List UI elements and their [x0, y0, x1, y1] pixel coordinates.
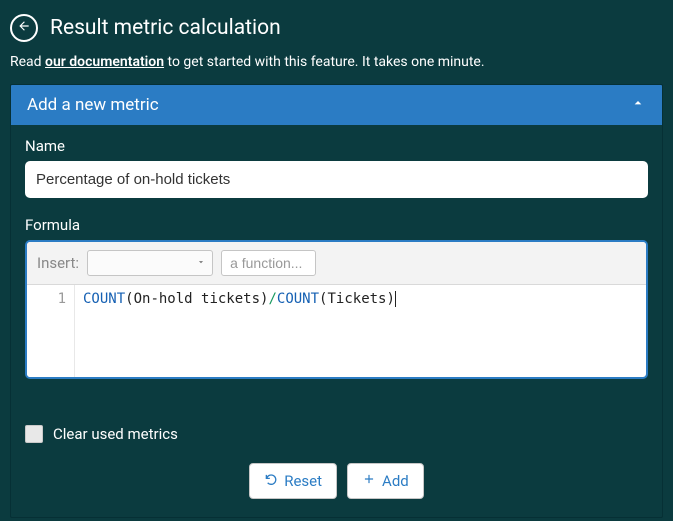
metric-name-input[interactable]: [25, 161, 648, 198]
add-button[interactable]: Add: [347, 463, 424, 499]
formula-fn1: COUNT: [83, 291, 125, 307]
clear-metrics-label: Clear used metrics: [53, 425, 178, 443]
formula-arg1: (On-hold tickets): [125, 291, 268, 307]
add-metric-panel: Add a new metric Name Formula Insert: 1: [10, 84, 663, 518]
formula-arg2: (Tickets): [319, 291, 395, 307]
intro-prefix: Read: [10, 54, 45, 70]
formula-fn2: COUNT: [277, 291, 319, 307]
reset-label: Reset: [284, 472, 322, 490]
clear-metrics-checkbox[interactable]: [25, 425, 43, 443]
plus-icon: [362, 472, 376, 490]
undo-icon: [264, 472, 278, 490]
function-search-input[interactable]: [221, 250, 316, 276]
text-cursor: [395, 291, 396, 307]
formula-op: /: [268, 291, 276, 307]
formula-editor: Insert: 1 COUNT(On-hold tickets)/COUNT(T…: [25, 240, 648, 379]
documentation-link[interactable]: our documentation: [45, 54, 164, 70]
intro-suffix: to get started with this feature. It tak…: [164, 54, 485, 70]
page-title: Result metric calculation: [50, 16, 281, 40]
insert-label: Insert:: [37, 254, 79, 272]
formula-label: Formula: [25, 216, 648, 234]
panel-header[interactable]: Add a new metric: [11, 85, 662, 125]
add-label: Add: [382, 472, 409, 490]
arrow-left-icon: [17, 19, 31, 37]
line-gutter: 1: [27, 285, 75, 377]
panel-title: Add a new metric: [27, 95, 159, 115]
chevron-up-icon: [630, 95, 646, 115]
line-number: 1: [33, 291, 66, 307]
caret-down-icon: [196, 255, 206, 271]
insert-dropdown[interactable]: [87, 250, 213, 276]
reset-button[interactable]: Reset: [249, 463, 337, 499]
insert-toolbar: Insert:: [27, 242, 646, 285]
name-label: Name: [25, 137, 648, 155]
intro-text: Read our documentation to get started wi…: [0, 50, 673, 84]
formula-code[interactable]: COUNT(On-hold tickets)/COUNT(Tickets): [75, 285, 646, 377]
back-button[interactable]: [10, 14, 38, 42]
